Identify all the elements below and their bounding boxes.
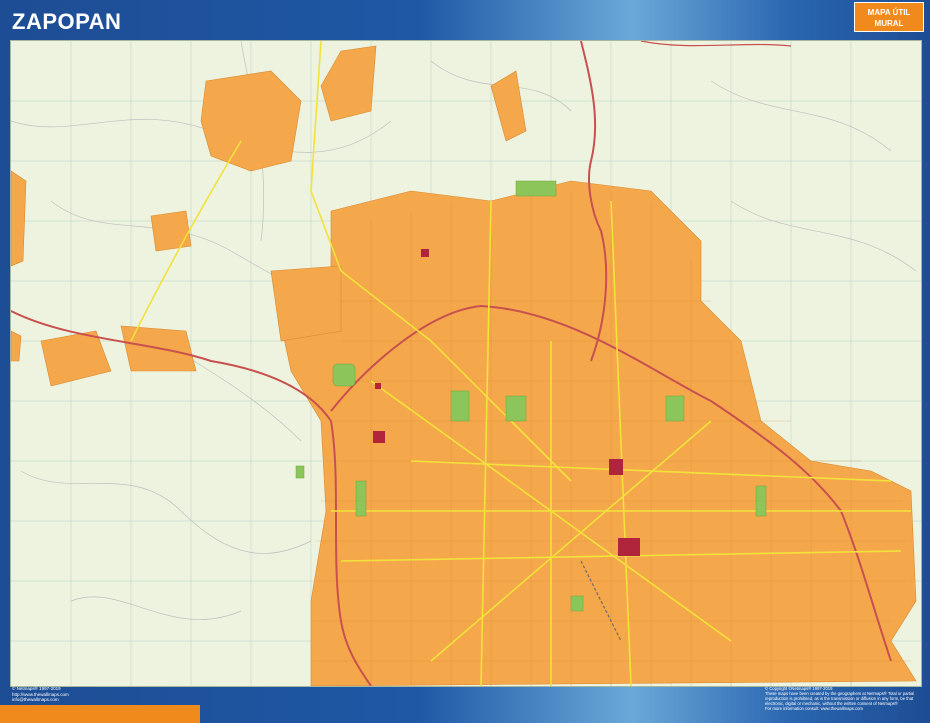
map-title: ZAPOPAN [12,9,122,34]
city-map[interactable] [10,40,922,687]
urban-edge-left2 [11,330,22,362]
urban-nw3 [490,70,527,142]
urban-west4 [270,265,342,342]
urban-nw1 [200,70,302,172]
footer-copyright: © Copyright ©Netmaps® 1997-2019 These ma… [765,686,925,711]
park-9 [570,595,584,612]
urban-nw2 [320,45,377,122]
north-river [640,41,792,47]
map-canvas [11,41,921,686]
landmark-5 [375,383,381,389]
urban-areas [11,45,917,686]
urban-core [275,180,917,686]
park-4 [665,395,685,422]
park-7 [295,465,305,479]
urban-edge-left [11,170,27,267]
urban-west2 [40,330,112,387]
landmark-1 [421,249,429,257]
orange-accent-bar [0,705,200,723]
badge-line1: MAPA ÚTIL [867,8,911,17]
park-2 [450,390,470,422]
park-3 [505,395,527,422]
footer-left-line: © Netmaps® 1997-2019 [12,686,61,691]
park-5 [355,480,367,517]
park-1 [332,363,356,387]
park-8 [515,180,557,197]
landmark-3 [609,459,623,475]
badge-line2: MURAL [874,19,904,28]
landmark-4 [618,538,640,556]
landmark-2 [373,431,385,443]
product-badge: MAPA ÚTIL MURAL [854,2,924,32]
footer-credits: © Netmaps® 1997-2019 http://www.thewallm… [12,686,69,703]
footer-right-line: For more information consult: www.thewal… [765,706,863,711]
urban-west1 [150,210,192,252]
park-6 [755,485,767,517]
footer-left-email[interactable]: info@thewallmaps.com [12,697,69,703]
